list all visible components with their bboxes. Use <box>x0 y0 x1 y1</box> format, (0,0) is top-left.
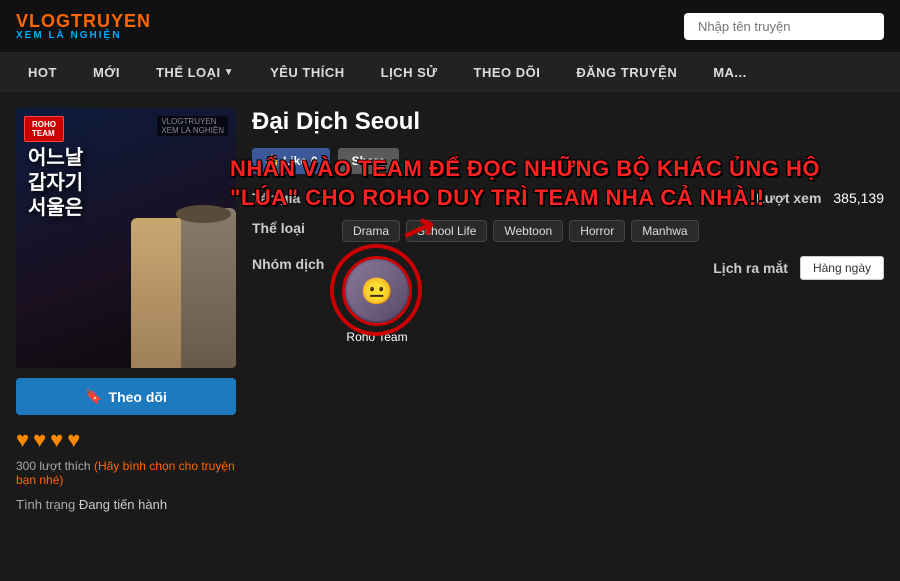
genre-row: Thể loại Drama School Life Webtoon Horro… <box>252 220 884 242</box>
book-cover-inner: ROHOTEAM VLOGTRUYENXEM LÀ NGHIỆN 어느날갑자기서… <box>16 108 236 368</box>
roho-team-badge: ROHOTEAM <box>24 116 64 142</box>
star-3[interactable]: ♥ <box>50 427 63 453</box>
schedule-badge: Hàng ngày <box>800 256 884 280</box>
bookmark-icon: 🔖 <box>85 388 102 405</box>
search-input[interactable] <box>684 13 884 40</box>
chevron-down-icon: ▼ <box>224 67 234 78</box>
nav-favorite[interactable]: YÊU THÍCH <box>252 52 363 92</box>
star-rating[interactable]: ♥ ♥ ♥ ♥ <box>16 427 236 453</box>
star-2[interactable]: ♥ <box>33 427 46 453</box>
watermark: VLOGTRUYENXEM LÀ NGHIỆN <box>157 116 228 136</box>
logo[interactable]: VLOGTRUYEN XEM LÀ NGHIỆN <box>16 12 151 41</box>
nav-more[interactable]: MA... <box>695 52 765 92</box>
book-cover: ROHOTEAM VLOGTRUYENXEM LÀ NGHIỆN 어느날갑자기서… <box>16 108 236 368</box>
nav-new[interactable]: MỚI <box>75 52 138 92</box>
nav-follow[interactable]: THEO DÕI <box>456 52 559 92</box>
nav-publish[interactable]: ĐĂNG TRUYỆN <box>558 52 695 92</box>
nav-hot[interactable]: HOT <box>10 52 75 92</box>
cover-figures <box>106 168 236 368</box>
logo-bottom-text: XEM LÀ NGHIỆN <box>16 30 121 41</box>
left-panel: ROHOTEAM VLOGTRUYENXEM LÀ NGHIỆN 어느날갑자기서… <box>16 108 236 512</box>
logo-top-text: VLOGTRUYEN <box>16 12 151 30</box>
top-bar: VLOGTRUYEN XEM LÀ NGHIỆN <box>0 0 900 52</box>
manga-title: Đại Dịch Seoul <box>252 108 884 136</box>
group-avatar[interactable]: 😐 <box>342 256 412 326</box>
follow-button[interactable]: 🔖 Theo dõi <box>16 378 236 415</box>
overlay-message: NHẤN VÀO TEAM ĐỂ ĐỌC NHỮNG BỘ KHÁC ỦNG H… <box>230 155 880 212</box>
genre-tags: Drama School Life Webtoon Horror Manhwa <box>342 220 699 242</box>
group-avatar-wrapper: 😐 Roho Team <box>342 256 412 344</box>
genre-drama[interactable]: Drama <box>342 220 400 242</box>
status-row: Tình trạng Đang tiến hành <box>16 497 236 512</box>
group-name: Roho Team <box>346 330 407 344</box>
korean-title: 어느날갑자기서울은 <box>28 146 83 221</box>
genre-manhwa[interactable]: Manhwa <box>631 220 698 242</box>
group-avatar-image: 😐 <box>345 259 409 323</box>
nav-bar: HOT MỚI THỂ LOẠI ▼ YÊU THÍCH LỊCH SỬ THE… <box>0 52 900 92</box>
group-section: ↗ 😐 Roho Team <box>342 256 412 344</box>
schedule-info: Lịch ra mắt Hàng ngày <box>708 256 884 280</box>
nav-genre[interactable]: THỂ LOẠI ▼ <box>138 52 252 92</box>
star-1[interactable]: ♥ <box>16 427 29 453</box>
group-row: Nhóm dịch ↗ 😐 <box>252 256 884 344</box>
nav-history[interactable]: LỊCH SỬ <box>363 52 456 92</box>
star-4[interactable]: ♥ <box>67 427 80 453</box>
group-container: 😐 Roho Team <box>342 256 412 344</box>
genre-horror[interactable]: Horror <box>569 220 625 242</box>
genre-webtoon[interactable]: Webtoon <box>493 220 563 242</box>
likes-info: 300 lượt thích (Hãy bình chọn cho truyện… <box>16 459 236 487</box>
